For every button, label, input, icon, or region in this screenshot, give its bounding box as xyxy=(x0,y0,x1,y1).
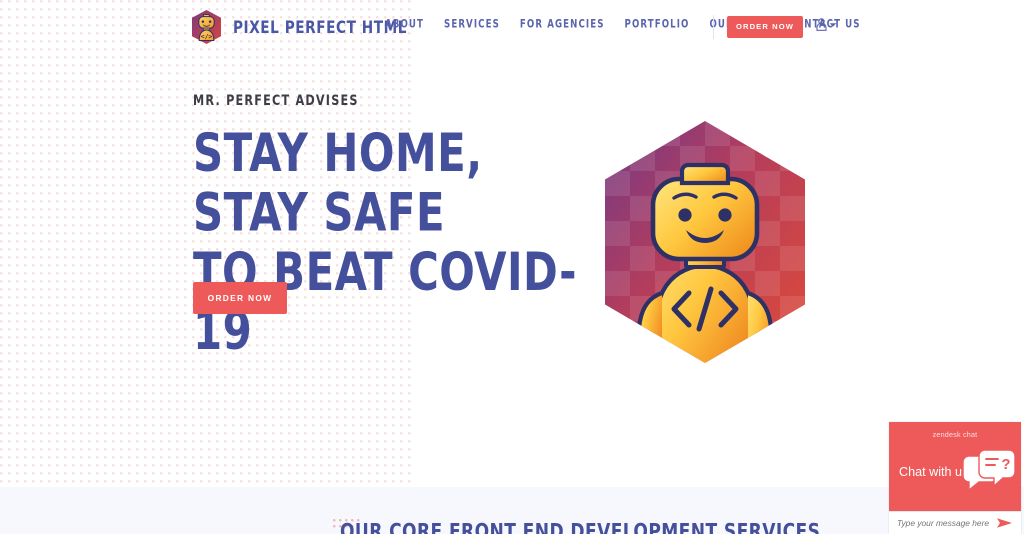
nav-item-portfolio[interactable]: PORTFOLIO xyxy=(615,18,700,31)
lego-minifig-logo-icon: </> xyxy=(189,9,224,45)
user-icon xyxy=(816,18,827,31)
header-divider xyxy=(713,15,714,39)
page-root: </> PIXEL PERFECT HTML ABOUT SERVICES FO… xyxy=(0,0,1024,534)
chat-cta-text: Chat with us xyxy=(899,465,969,479)
chat-brand-label: zendesk chat xyxy=(932,430,978,439)
site-header: </> PIXEL PERFECT HTML ABOUT SERVICES FO… xyxy=(0,0,1024,55)
chevron-down-icon xyxy=(829,22,837,28)
nav-item-for-agencies[interactable]: FOR AGENCIES xyxy=(510,18,615,31)
brand-name: PIXEL PERFECT HTML xyxy=(233,17,407,37)
zendesk-chat-widget[interactable]: zendesk chat Chat with us ? xyxy=(889,422,1021,534)
hexagon-lego-mascot-illustration xyxy=(592,117,818,367)
svg-text:</>: </> xyxy=(201,32,213,40)
nav-item-about[interactable]: ABOUT xyxy=(385,18,434,31)
account-menu[interactable] xyxy=(816,18,837,31)
hero-headline: STAY HOME, STAY SAFE TO BEAT COVID-19 xyxy=(193,122,578,363)
chat-input-row xyxy=(889,511,1021,534)
hero-eyebrow: MR. PERFECT ADVISES xyxy=(193,92,359,109)
nav-item-services[interactable]: SERVICES xyxy=(434,18,510,31)
chat-widget-header: zendesk chat Chat with us ? xyxy=(889,422,1021,511)
services-section-title: OUR CORE FRONT END DEVELOPMENT SERVICES xyxy=(340,520,821,534)
header-order-now-button[interactable]: ORDER NOW xyxy=(727,16,803,38)
send-arrow-icon[interactable] xyxy=(996,516,1013,530)
chat-message-input[interactable] xyxy=(889,512,989,534)
chat-bubbles-icon: ? xyxy=(959,450,1015,502)
svg-text:?: ? xyxy=(1001,456,1010,473)
hero-order-now-button[interactable]: ORDER NOW xyxy=(193,282,287,314)
